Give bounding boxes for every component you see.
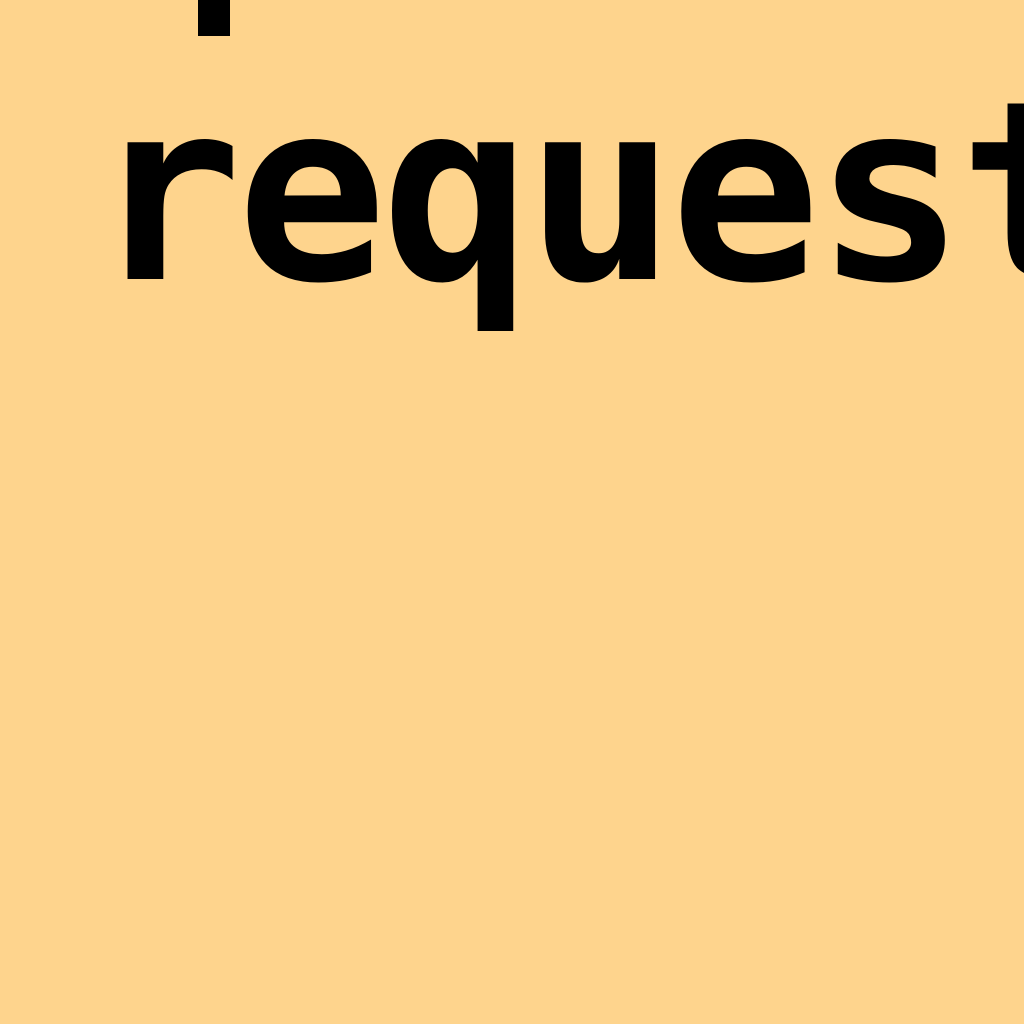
- previous-line-glyph-fragment: [198, 0, 230, 36]
- request-word: request: [92, 47, 1024, 338]
- zoomed-text-viewport: request: [0, 0, 1024, 1024]
